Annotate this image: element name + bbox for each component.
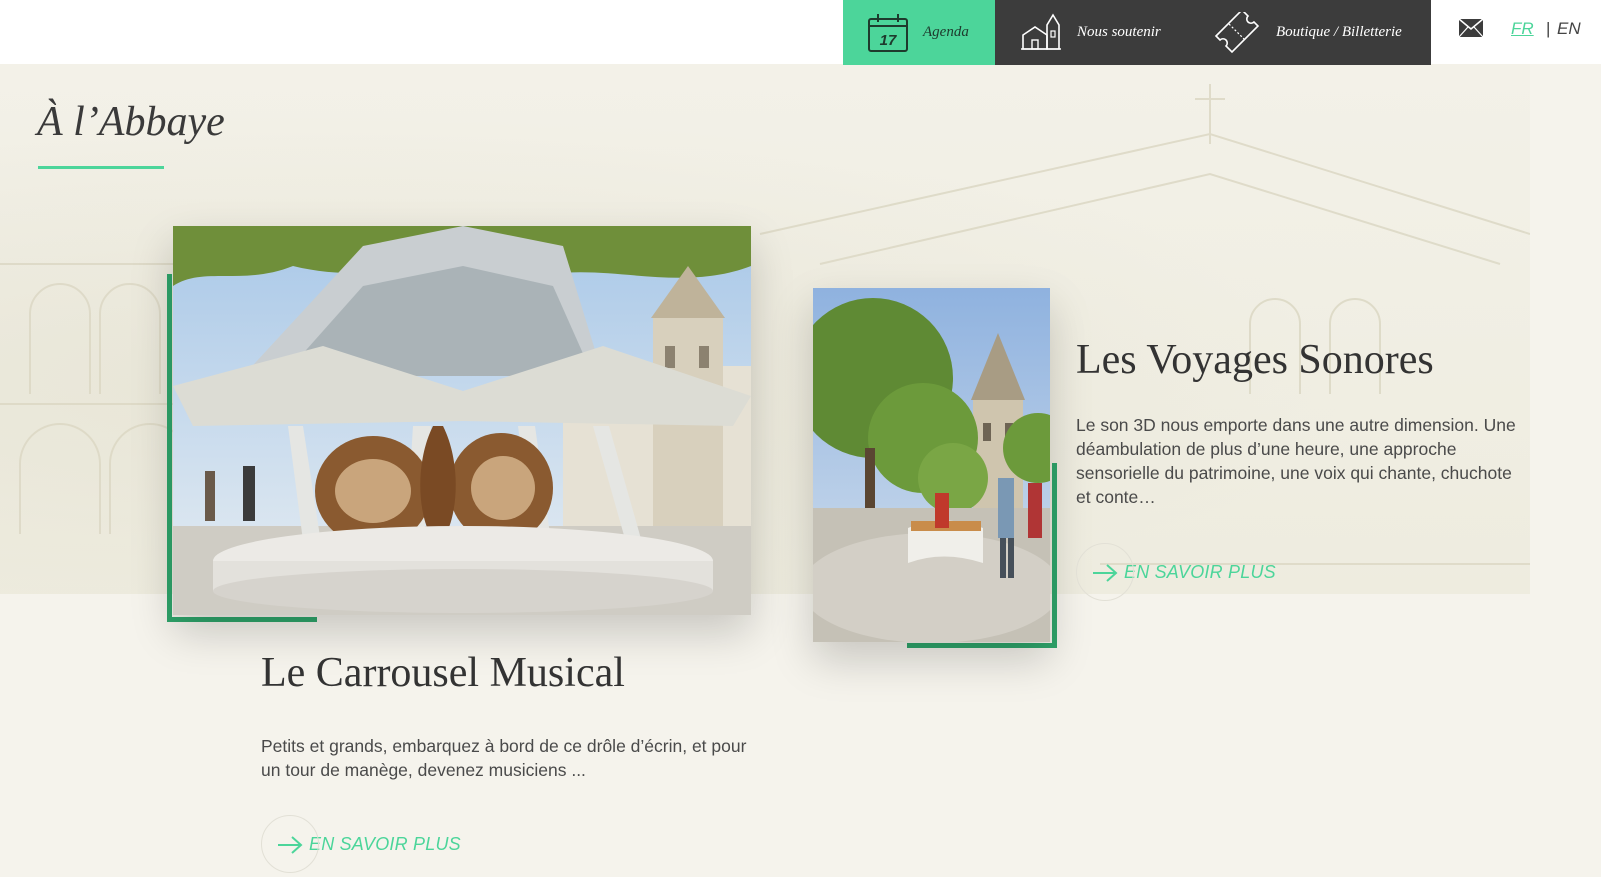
voyages-more-link[interactable]: EN SAVOIR PLUS <box>1076 543 1276 601</box>
nav-soutenir-label: Nous soutenir <box>1077 24 1161 40</box>
top-navigation-bar: 17 Agenda Nous soutenir Boutique / Bille… <box>0 0 1601 65</box>
nav-agenda-link[interactable]: 17 Agenda <box>843 0 995 65</box>
voyages-illustration <box>813 288 1050 642</box>
church-icon <box>1021 12 1061 50</box>
language-separator: | <box>1546 19 1551 38</box>
nav-boutique-label: Boutique / Billetterie <box>1276 24 1402 40</box>
more-circle <box>1076 543 1134 601</box>
arrow-right-icon <box>1093 564 1118 582</box>
language-fr-link[interactable]: FR <box>1511 19 1534 39</box>
carrousel-photo[interactable] <box>173 226 751 615</box>
nav-agenda-label: Agenda <box>923 24 969 40</box>
voyages-title[interactable]: Les Voyages Sonores <box>1076 336 1434 384</box>
more-circle <box>261 815 319 873</box>
carrousel-more-link[interactable]: EN SAVOIR PLUS <box>261 815 461 873</box>
mail-icon[interactable] <box>1458 18 1484 38</box>
carrousel-description: Petits et grands, embarquez à bord de ce… <box>261 736 747 780</box>
calendar-day: 17 <box>880 32 897 49</box>
voyages-more-label: EN SAVOIR PLUS <box>1124 561 1276 582</box>
nav-soutenir-link[interactable]: Nous soutenir <box>1019 0 1189 65</box>
carrousel-more-label: EN SAVOIR PLUS <box>309 833 461 854</box>
carrousel-illustration <box>173 226 751 615</box>
voyages-photo[interactable] <box>813 288 1050 642</box>
carrousel-title[interactable]: Le Carrousel Musical <box>261 649 625 697</box>
nav-boutique-link[interactable]: Boutique / Billetterie <box>1212 0 1417 65</box>
section-title: À l’Abbaye <box>37 99 225 145</box>
arrow-right-icon <box>278 836 303 854</box>
language-en-link[interactable]: EN <box>1557 19 1581 39</box>
voyages-description: Le son 3D nous emporte dans une autre di… <box>1076 415 1516 507</box>
calendar-icon: 17 <box>868 13 908 52</box>
section-title-underline <box>38 166 164 169</box>
ticket-icon <box>1214 11 1260 53</box>
